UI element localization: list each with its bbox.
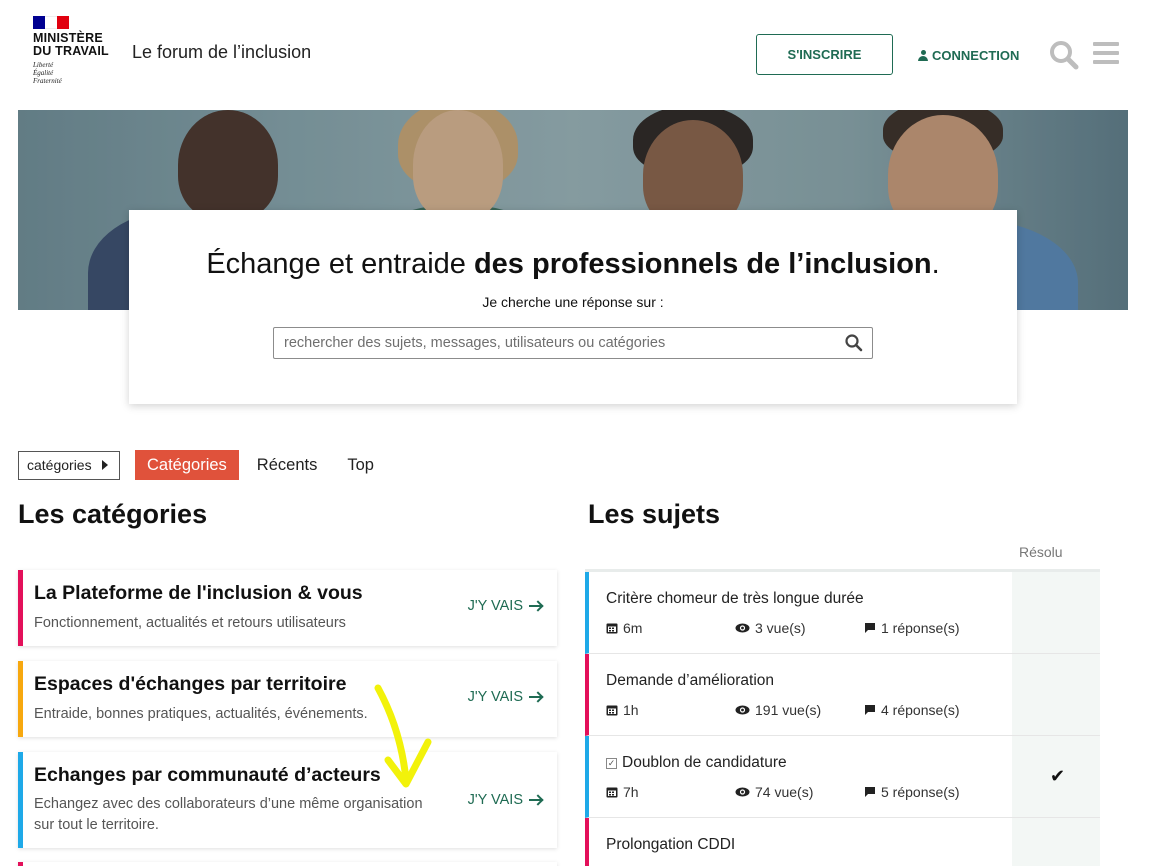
hero-headline: Échange et entraide des professionnels d… xyxy=(206,248,940,280)
category-card[interactable]: La Plateforme de l'inclusion & vous Fonc… xyxy=(18,570,557,646)
topic-title[interactable]: Demande d’amélioration xyxy=(606,672,774,690)
search-card: Échange et entraide des professionnels d… xyxy=(129,210,1017,404)
go-label: J'Y VAIS xyxy=(467,598,523,614)
topic-row[interactable]: Demande d’amélioration 1h 191 vue(s) 4 r… xyxy=(585,654,1100,736)
search-input[interactable] xyxy=(273,327,873,359)
go-label: J'Y VAIS xyxy=(467,792,523,808)
comment-icon xyxy=(865,705,875,715)
arrow-right-icon xyxy=(529,692,543,702)
topic-list: Critère chomeur de très longue durée 6m … xyxy=(585,569,1100,866)
category-title[interactable]: La Plateforme de l'inclusion & vous xyxy=(34,582,363,605)
ministry-name: MINISTÈRE DU TRAVAIL xyxy=(33,31,109,58)
calendar-icon xyxy=(606,705,618,716)
eye-icon xyxy=(735,787,750,797)
category-title[interactable]: Echanges par communauté d’acteurs xyxy=(34,764,381,787)
search-icon[interactable] xyxy=(1049,40,1079,70)
category-title[interactable]: Espaces d'échanges par territoire xyxy=(34,673,346,696)
site-header: MINISTÈRE DU TRAVAIL Liberté Égalité Fra… xyxy=(0,0,1155,110)
ministry-motto: Liberté Égalité Fraternité xyxy=(33,61,62,85)
comment-icon xyxy=(865,623,875,633)
topic-views: 3 vue(s) xyxy=(735,620,806,636)
signup-button[interactable]: S'INSCRIRE xyxy=(756,34,893,75)
resolved-check-icon: ✔ xyxy=(1050,766,1066,786)
arrow-right-icon xyxy=(529,795,543,805)
search-submit-icon[interactable] xyxy=(843,332,865,354)
login-button[interactable]: CONNECTION xyxy=(918,46,1019,64)
category-card[interactable] xyxy=(18,862,557,866)
category-nav: catégories Catégories Récents Top xyxy=(18,450,386,480)
category-description: Echangez avec des collaborateurs d’une m… xyxy=(34,796,423,833)
category-go-link[interactable]: J'Y VAIS xyxy=(468,792,543,808)
comment-icon xyxy=(865,787,875,797)
topic-title[interactable]: Critère chomeur de très longue durée xyxy=(606,590,864,608)
caret-right-icon xyxy=(101,460,108,470)
resolved-column-header: Résolu xyxy=(1019,544,1063,560)
topic-age: 7h xyxy=(606,784,639,800)
topic-views: 191 vue(s) xyxy=(735,702,821,718)
hamburger-icon[interactable] xyxy=(1093,42,1119,64)
ministry-logo[interactable]: MINISTÈRE DU TRAVAIL Liberté Égalité Fra… xyxy=(33,16,123,85)
topic-replies: 4 réponse(s) xyxy=(864,702,960,718)
user-icon xyxy=(918,49,928,61)
category-go-link[interactable]: J'Y VAIS xyxy=(468,598,543,614)
tab-top[interactable]: Top xyxy=(335,450,386,480)
eye-icon xyxy=(735,705,750,715)
login-label: CONNECTION xyxy=(932,47,1020,63)
category-go-link[interactable]: J'Y VAIS xyxy=(468,689,543,705)
solved-checkbox-icon: ✓ xyxy=(606,757,617,769)
topic-age: 6m xyxy=(606,620,642,636)
category-dropdown-label: catégories xyxy=(27,457,92,473)
calendar-icon xyxy=(606,623,618,634)
hero-subtitle: Je cherche une réponse sur : xyxy=(482,294,664,310)
category-description: Fonctionnement, actualités et retours ut… xyxy=(34,615,346,631)
category-dropdown[interactable]: catégories xyxy=(18,450,120,480)
tab-recents[interactable]: Récents xyxy=(245,450,330,480)
calendar-icon xyxy=(606,787,618,798)
topic-replies: 5 réponse(s) xyxy=(864,784,960,800)
category-card[interactable]: Echanges par communauté d’acteurs Echang… xyxy=(18,752,557,848)
topic-row[interactable]: Prolongation CDDI xyxy=(585,818,1100,866)
topic-replies: 1 réponse(s) xyxy=(864,620,960,636)
category-description: Entraide, bonnes pratiques, actualités, … xyxy=(34,706,368,722)
topic-title[interactable]: Prolongation CDDI xyxy=(606,836,735,854)
topics-title: Les sujets xyxy=(588,499,721,529)
topic-views: 74 vue(s) xyxy=(735,784,813,800)
site-title[interactable]: Le forum de l’inclusion xyxy=(132,42,311,63)
categories-title: Les catégories xyxy=(18,499,208,529)
topic-age: 1h xyxy=(606,702,639,718)
category-card[interactable]: Espaces d'échanges par territoire Entrai… xyxy=(18,661,557,737)
topic-row[interactable]: Critère chomeur de très longue durée 6m … xyxy=(585,572,1100,654)
go-label: J'Y VAIS xyxy=(467,689,523,705)
french-flag-icon xyxy=(33,16,69,29)
topic-title[interactable]: ✓ Doublon de candidature xyxy=(606,754,787,772)
topic-row[interactable]: ✓ Doublon de candidature 7h 74 vue(s) 5 … xyxy=(585,736,1100,818)
tab-categories[interactable]: Catégories xyxy=(135,450,239,480)
arrow-right-icon xyxy=(529,601,543,611)
eye-icon xyxy=(735,623,750,633)
